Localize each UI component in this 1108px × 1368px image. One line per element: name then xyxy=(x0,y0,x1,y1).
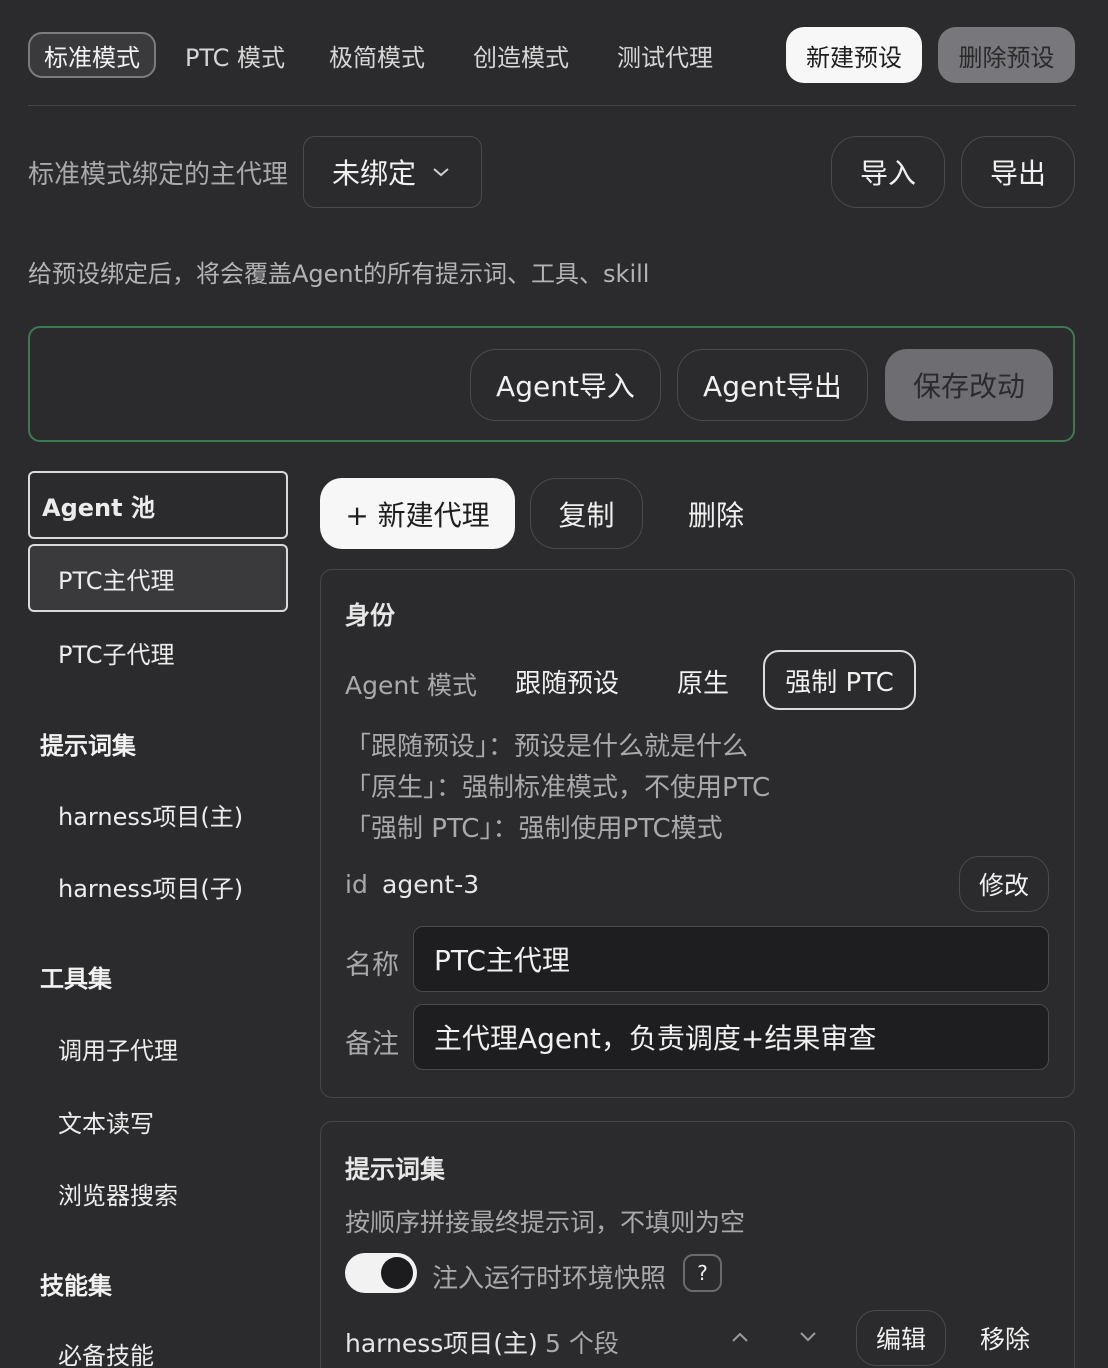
agent-mode-label: Agent 模式 xyxy=(345,671,477,700)
new-agent-button[interactable]: + 新建代理 xyxy=(320,478,515,549)
chevron-down-icon xyxy=(433,168,449,177)
tab-minimal-mode[interactable]: 极简模式 xyxy=(316,32,438,78)
header-divider xyxy=(28,105,1076,106)
mode-help-text: 「跟随预设」：预设是什么就是什么 「原生」：强制标准模式，不使用PTC 「强制 … xyxy=(345,727,770,850)
agent-name-input[interactable]: PTC主代理 xyxy=(413,926,1049,992)
copy-agent-button[interactable]: 复制 xyxy=(530,478,643,549)
agent-export-button[interactable]: Agent导出 xyxy=(677,349,868,421)
main-agent-select[interactable]: 未绑定 xyxy=(303,136,482,208)
save-changes-button[interactable]: 保存改动 xyxy=(885,349,1053,421)
new-preset-button[interactable]: 新建预设 xyxy=(786,27,922,83)
export-button[interactable]: 导出 xyxy=(961,136,1075,208)
mode-help-line-2: 「原生」：强制标准模式，不使用PTC xyxy=(345,773,771,803)
tab-ptc-mode[interactable]: PTC 模式 xyxy=(172,32,298,78)
remove-prompt-button[interactable]: 移除 xyxy=(960,1310,1050,1366)
toggle-knob xyxy=(381,1257,413,1289)
import-button[interactable]: 导入 xyxy=(831,136,945,208)
id-label: id xyxy=(345,870,368,899)
mode-option-force-ptc[interactable]: 强制 PTC xyxy=(763,650,916,710)
sidebar-item-skill-essential[interactable]: 必备技能 xyxy=(28,1320,288,1368)
prompt-set-title: 提示词集 xyxy=(345,1155,446,1184)
prompt-set-desc: 按顺序拼接最终提示词，不填则为空 xyxy=(345,1208,746,1237)
sidebar-item-ptc-main-agent[interactable]: PTC主代理 xyxy=(28,544,288,612)
binding-label: 标准模式绑定的主代理 xyxy=(28,160,289,190)
tab-test-agent[interactable]: 测试代理 xyxy=(604,32,726,78)
move-up-icon[interactable] xyxy=(730,1330,750,1344)
agent-remark-input[interactable]: 主代理Agent，负责调度+结果审查 xyxy=(413,1004,1049,1070)
tab-standard-mode[interactable]: 标准模式 xyxy=(28,32,156,78)
move-down-icon[interactable] xyxy=(798,1330,818,1344)
main-agent-select-value: 未绑定 xyxy=(332,157,417,190)
sidebar-item-prompt-set-main[interactable]: harness项目(主) xyxy=(28,780,288,848)
sidebar-section-skills: 技能集 xyxy=(40,1272,112,1300)
help-question-icon[interactable]: ? xyxy=(683,1254,722,1292)
delete-preset-button[interactable]: 删除预设 xyxy=(938,27,1075,83)
remark-label: 备注 xyxy=(345,1029,399,1060)
prompt-row-count: 5 个段 xyxy=(545,1329,619,1358)
inject-env-label: 注入运行时环境快照 xyxy=(432,1264,667,1294)
binding-note: 给预设绑定后，将会覆盖Agent的所有提示词、工具、skill xyxy=(28,260,650,288)
sidebar-item-prompt-set-sub[interactable]: harness项目(子) xyxy=(28,852,288,920)
tab-creative-mode[interactable]: 创造模式 xyxy=(460,32,582,78)
delete-agent-button[interactable]: 删除 xyxy=(660,478,772,549)
sidebar-item-toolset-text-io[interactable]: 文本读写 xyxy=(28,1087,288,1155)
agent-import-button[interactable]: Agent导入 xyxy=(470,349,661,421)
sidebar-item-ptc-sub-agent[interactable]: PTC子代理 xyxy=(28,618,288,686)
modify-id-button[interactable]: 修改 xyxy=(959,856,1049,912)
mode-help-line-3: 「强制 PTC」：强制使用PTC模式 xyxy=(345,814,723,844)
id-value: agent-3 xyxy=(382,870,480,899)
identity-title: 身份 xyxy=(345,601,396,630)
name-label: 名称 xyxy=(345,950,399,981)
mode-option-follow-preset[interactable]: 跟随预设 xyxy=(496,652,638,710)
mode-option-native[interactable]: 原生 xyxy=(658,652,748,710)
sidebar-agent-pool[interactable]: Agent 池 xyxy=(28,471,288,539)
prompt-row-name: harness项目(主) xyxy=(345,1329,538,1358)
mode-help-line-1: 「跟随预设」：预设是什么就是什么 xyxy=(345,732,749,762)
sidebar-section-toolsets: 工具集 xyxy=(40,965,112,993)
edit-prompt-button[interactable]: 编辑 xyxy=(856,1310,946,1366)
sidebar-item-toolset-browser-search[interactable]: 浏览器搜索 xyxy=(28,1159,288,1227)
sidebar-section-prompt-sets: 提示词集 xyxy=(40,732,136,760)
inject-env-toggle[interactable] xyxy=(345,1253,417,1293)
sidebar-item-toolset-subagent[interactable]: 调用子代理 xyxy=(28,1014,288,1082)
